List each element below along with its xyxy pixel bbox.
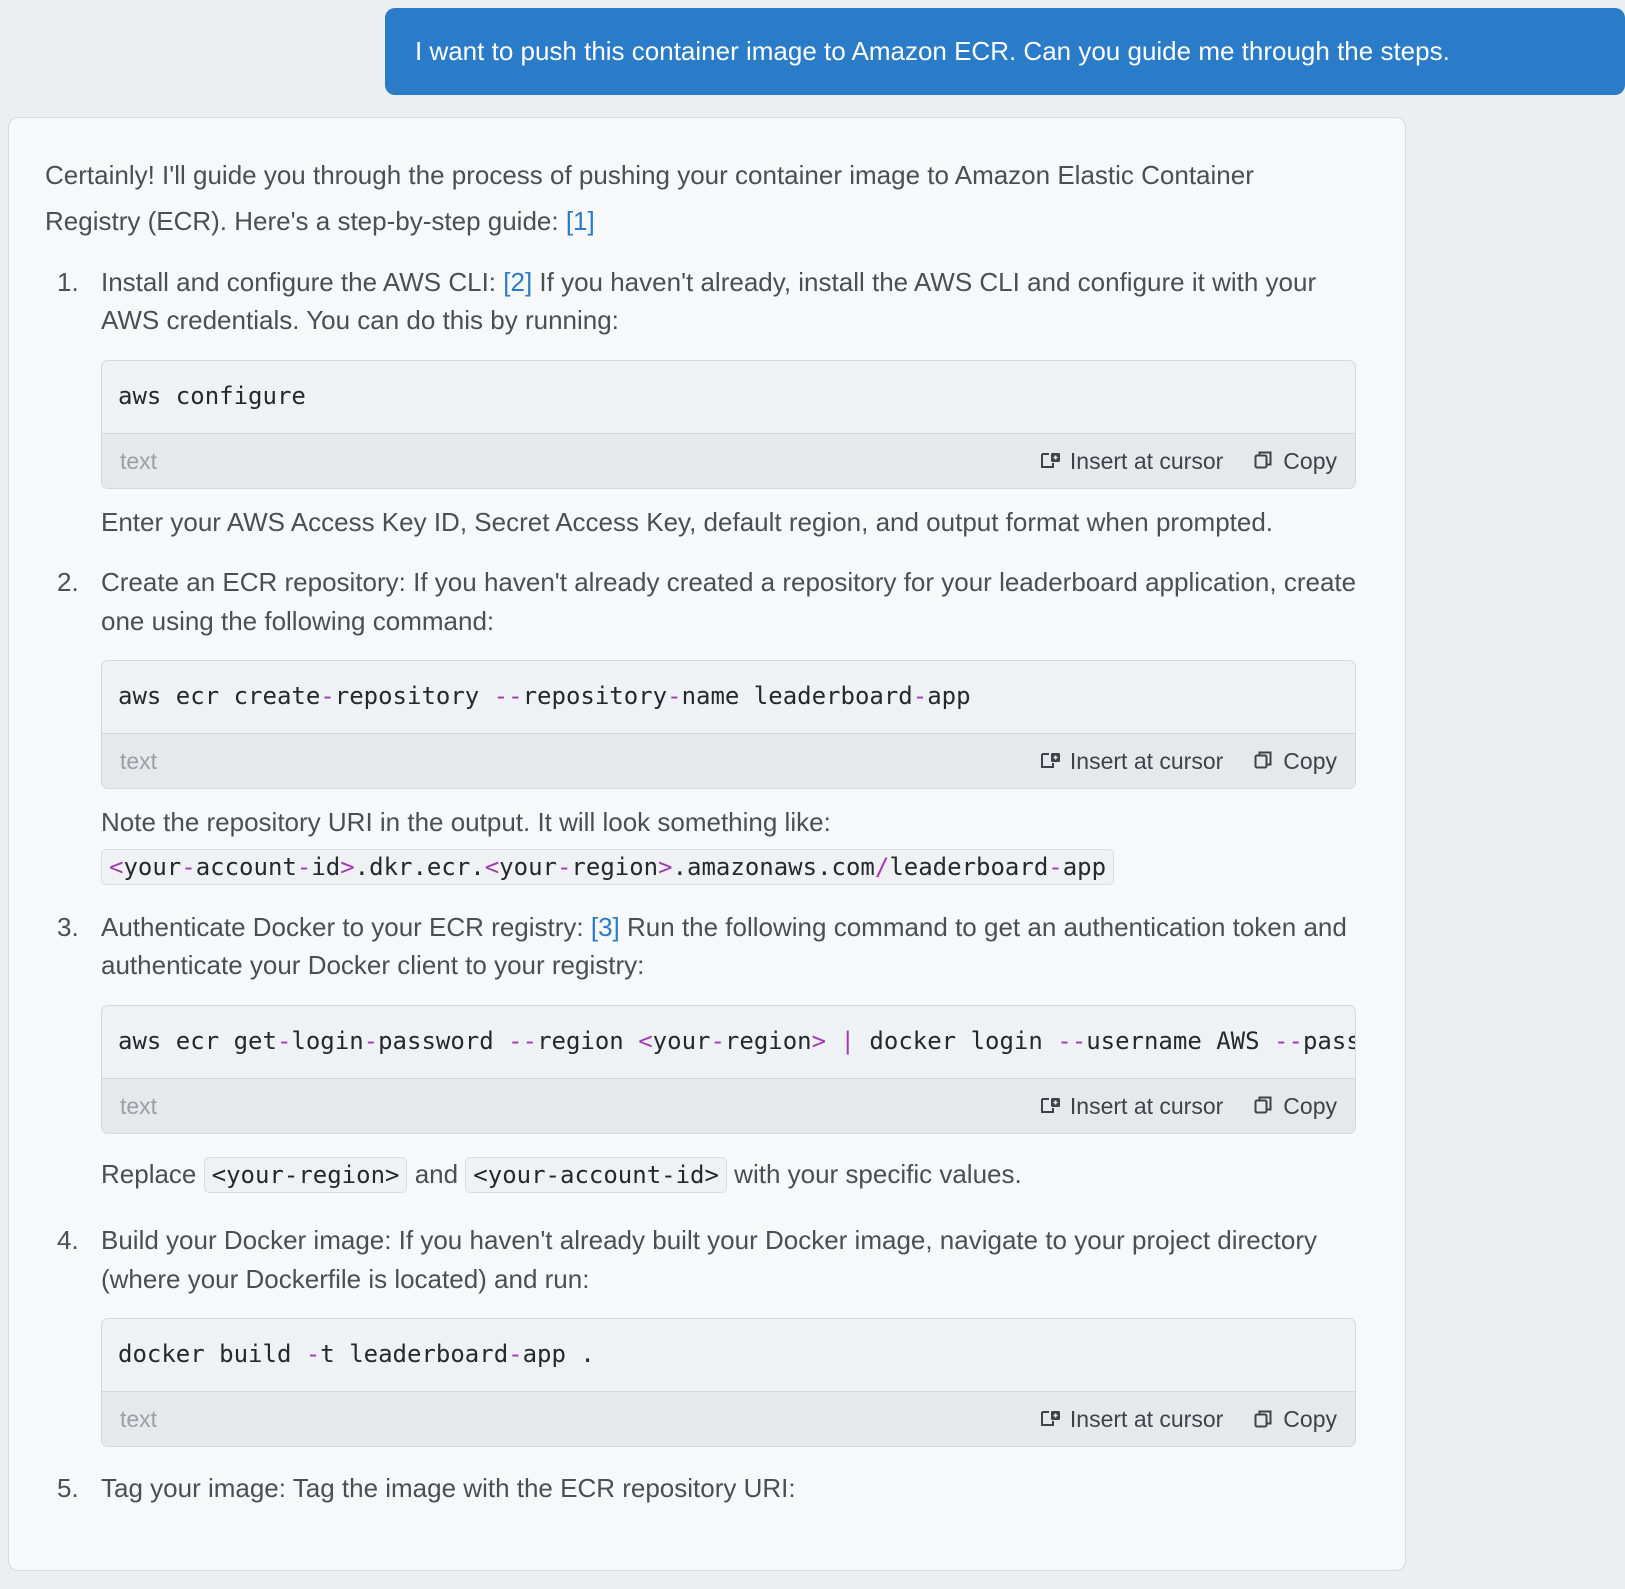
copy-button[interactable]: Copy	[1253, 1402, 1337, 1436]
copy-icon	[1253, 450, 1274, 471]
insert-at-cursor-button[interactable]: Insert at cursor	[1039, 444, 1223, 478]
code-actions-3: Insert at cursor Copy	[1039, 1089, 1337, 1123]
step-5-text: Tag your image: Tag the image with the E…	[101, 1473, 796, 1504]
intro-paragraph: Certainly! I'll guide you through the pr…	[45, 152, 1295, 245]
step-3-text: Authenticate Docker to your ECR registry…	[101, 908, 1361, 985]
copy-icon	[1253, 1095, 1274, 1116]
step-3-text-before: Authenticate Docker to your ECR registry…	[101, 911, 591, 942]
code-block-2: aws ecr create-repository --repository-n…	[101, 659, 1356, 789]
user-message-row: I want to push this container image to A…	[0, 0, 1625, 96]
insert-at-cursor-icon	[1039, 750, 1061, 772]
copy-button[interactable]: Copy	[1253, 744, 1337, 778]
step-item-1: Install and configure the AWS CLI: [2] I…	[57, 263, 1369, 541]
insert-at-cursor-label: Insert at cursor	[1069, 1406, 1224, 1433]
intro-text: Certainly! I'll guide you through the pr…	[45, 160, 1254, 237]
copy-icon	[1253, 1409, 1274, 1430]
code-content-3[interactable]: aws ecr get-login-password --region <you…	[102, 1006, 1355, 1078]
step-4-text: Build your Docker image: If you haven't …	[101, 1225, 1317, 1294]
code-language-label: text	[120, 747, 158, 774]
code-block-4: docker build -t leaderboard-app . text I…	[101, 1318, 1356, 1448]
copy-button[interactable]: Copy	[1253, 444, 1337, 478]
code-toolbar-2: text Insert at cursor Copy	[102, 732, 1355, 788]
step-item-3: Authenticate Docker to your ECR registry…	[57, 908, 1369, 1199]
code-language-label: text	[120, 1092, 158, 1119]
code-toolbar-4: text Insert at cursor Copy	[102, 1391, 1355, 1447]
step-item-4: Build your Docker image: If you haven't …	[57, 1221, 1369, 1448]
repository-uri-line: <your-account-id>.dkr.ecr.<your-region>.…	[101, 847, 1369, 886]
citation-link-1[interactable]: [1]	[566, 206, 595, 236]
step-2-after-note: Note the repository URI in the output. I…	[101, 806, 831, 837]
copy-label: Copy	[1283, 747, 1337, 774]
user-message-bubble: I want to push this container image to A…	[385, 8, 1625, 96]
replace-mid: and	[407, 1158, 466, 1189]
insert-at-cursor-icon	[1039, 450, 1061, 472]
step-item-2: Create an ECR repository: If you haven't…	[57, 563, 1369, 886]
insert-at-cursor-icon	[1039, 1408, 1061, 1430]
code-language-label: text	[120, 447, 158, 474]
code-content-4[interactable]: docker build -t leaderboard-app .	[102, 1319, 1355, 1391]
code-block-3: aws ecr get-login-password --region <you…	[101, 1004, 1356, 1134]
citation-link-3[interactable]: [3]	[591, 912, 620, 942]
copy-label: Copy	[1283, 1406, 1337, 1433]
step-2-text: Create an ECR repository: If you haven't…	[101, 567, 1357, 636]
insert-at-cursor-label: Insert at cursor	[1069, 747, 1224, 774]
repository-uri-code: <your-account-id>.dkr.ecr.<your-region>.…	[101, 849, 1115, 886]
code-actions-2: Insert at cursor Copy	[1039, 744, 1337, 778]
step-1-text: Install and configure the AWS CLI: [2] I…	[101, 263, 1361, 340]
copy-icon	[1253, 750, 1274, 771]
replace-instruction-line: Replace <your-region> and <your-account-…	[101, 1150, 1369, 1199]
insert-at-cursor-label: Insert at cursor	[1069, 447, 1224, 474]
code-actions-1: Insert at cursor Copy	[1039, 444, 1337, 478]
replace-suffix: with your specific values.	[726, 1158, 1022, 1189]
step-1-text-before: Install and configure the AWS CLI:	[101, 266, 504, 297]
code-language-label: text	[120, 1406, 158, 1433]
insert-at-cursor-icon	[1039, 1095, 1061, 1117]
insert-at-cursor-button[interactable]: Insert at cursor	[1039, 1402, 1223, 1436]
step-item-5: Tag your image: Tag the image with the E…	[57, 1469, 1369, 1508]
code-content-1[interactable]: aws configure	[102, 361, 1355, 433]
copy-label: Copy	[1283, 1092, 1337, 1119]
steps-list: Install and configure the AWS CLI: [2] I…	[45, 263, 1369, 1509]
code-actions-4: Insert at cursor Copy	[1039, 1402, 1337, 1436]
insert-at-cursor-button[interactable]: Insert at cursor	[1039, 744, 1223, 778]
insert-at-cursor-label: Insert at cursor	[1069, 1092, 1224, 1119]
replace-prefix: Replace	[101, 1158, 204, 1189]
code-content-2[interactable]: aws ecr create-repository --repository-n…	[102, 661, 1355, 733]
code-block-1: aws configure text Insert at cursor Copy	[101, 359, 1356, 489]
code-toolbar-1: text Insert at cursor Copy	[102, 432, 1355, 488]
assistant-response-card: Certainly! I'll guide you through the pr…	[8, 117, 1406, 1571]
code-toolbar-3: text Insert at cursor Copy	[102, 1077, 1355, 1133]
replace-code-account-id: <your-account-id>	[465, 1156, 727, 1193]
copy-button[interactable]: Copy	[1253, 1089, 1337, 1123]
replace-code-region: <your-region>	[203, 1156, 408, 1193]
copy-label: Copy	[1283, 447, 1337, 474]
insert-at-cursor-button[interactable]: Insert at cursor	[1039, 1089, 1223, 1123]
citation-link-2[interactable]: [2]	[503, 267, 532, 297]
step-1-after-note: Enter your AWS Access Key ID, Secret Acc…	[101, 506, 1274, 537]
